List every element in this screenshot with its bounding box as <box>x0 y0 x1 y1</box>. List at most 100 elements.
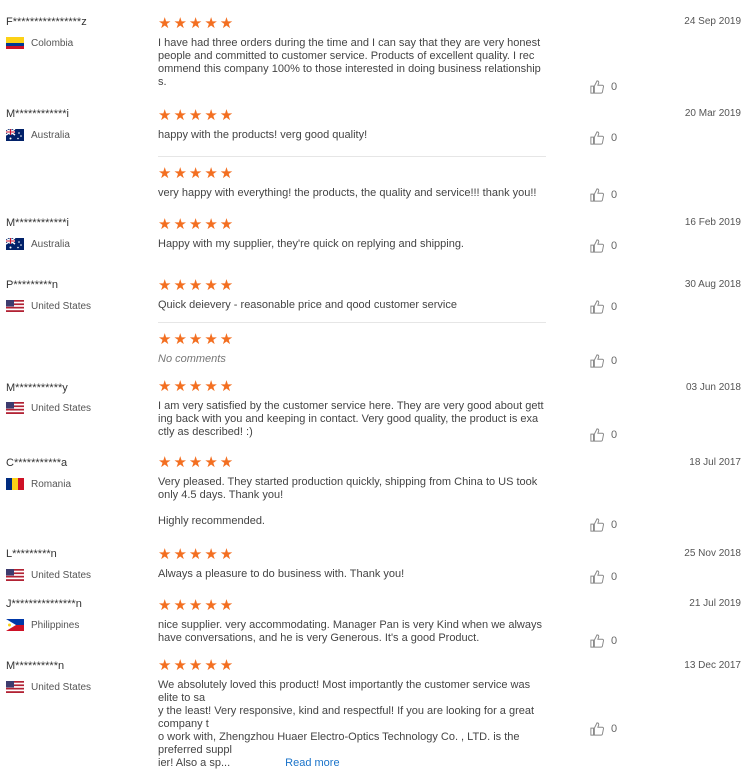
country-label: Australia <box>31 238 70 250</box>
like-button[interactable]: 0 <box>590 300 617 314</box>
star-rating-icon: ★★★★★ <box>158 277 236 294</box>
like-count: 0 <box>611 355 618 367</box>
review-entry: ★★★★★ Very pleased. They started product… <box>158 455 553 528</box>
flag-australia-icon <box>5 128 24 141</box>
review-text: I am very satisfied by the customer serv… <box>158 400 544 438</box>
like-count: 0 <box>611 635 618 647</box>
star-rating-icon: ★★★★★ <box>158 107 236 124</box>
like-button[interactable]: 0 <box>590 239 617 253</box>
like-button[interactable]: 0 <box>590 80 617 94</box>
star-rating-icon: ★★★★★ <box>158 216 236 233</box>
reviewer-country: Philippines <box>6 619 79 631</box>
review-text: Quick deievery - reasonable price and qo… <box>158 299 457 311</box>
like-count: 0 <box>611 301 618 313</box>
reviewer-country: Romania <box>6 478 71 490</box>
review-text: Very pleased. They started production qu… <box>158 476 538 527</box>
reviewer-country: Australia <box>5 128 70 141</box>
review-text: Always a pleasure to do business with. T… <box>158 568 405 580</box>
star-rating-icon: ★★★★★ <box>158 597 236 614</box>
flag-us-icon <box>6 402 24 414</box>
review-date: 20 Mar 2019 <box>684 108 741 119</box>
review-entry: ★★★★★ We absolutely loved this product! … <box>158 658 553 770</box>
like-button[interactable]: 0 <box>590 634 617 648</box>
like-count: 0 <box>611 189 618 201</box>
review-text: No comments <box>158 353 226 365</box>
flag-us-icon <box>6 300 24 312</box>
review-date: 25 Nov 2018 <box>684 548 741 559</box>
reviewer-name: M**********n <box>6 660 65 672</box>
thumbs-up-icon <box>590 131 604 145</box>
country-label: Colombia <box>31 37 74 49</box>
review-entry: ★★★★★ Happy with my supplier, they're qu… <box>158 217 553 251</box>
country-label: United States <box>31 402 92 414</box>
divider <box>158 322 546 323</box>
reviewer-name: L*********n <box>6 548 57 560</box>
star-rating-icon: ★★★★★ <box>158 378 236 395</box>
review-entry: ★★★★★ I am very satisfied by the custome… <box>158 379 553 439</box>
review-date: 24 Sep 2019 <box>684 16 741 27</box>
divider <box>158 156 546 157</box>
thumbs-up-icon <box>590 428 604 442</box>
review-entry: ★★★★★ Quick deievery - reasonable price … <box>158 278 553 312</box>
review-date: 03 Jun 2018 <box>685 382 741 393</box>
star-rating-icon: ★★★★★ <box>158 454 236 471</box>
star-rating-icon: ★★★★★ <box>158 165 236 182</box>
reviewer-country: Australia <box>5 237 70 250</box>
review-text: Happy with my supplier, they're quick on… <box>158 238 464 250</box>
thumbs-up-icon <box>590 300 604 314</box>
reviewer-name: M************i <box>6 217 69 229</box>
review-text: I have had three orders during the time … <box>158 37 541 88</box>
review-text: nice supplier. very accommodating. Manag… <box>158 619 542 644</box>
star-rating-icon: ★★★★★ <box>158 15 236 32</box>
country-label: United States <box>31 681 92 693</box>
like-button[interactable]: 0 <box>590 570 617 584</box>
star-rating-icon: ★★★★★ <box>158 546 236 563</box>
flag-colombia-icon <box>6 37 24 49</box>
reviewer-name: F****************z <box>6 16 87 28</box>
thumbs-up-icon <box>590 722 604 736</box>
flag-us-icon <box>6 569 24 581</box>
flag-australia-icon <box>5 237 24 250</box>
like-button[interactable]: 0 <box>590 131 617 145</box>
thumbs-up-icon <box>590 239 604 253</box>
review-followup-entry: ★★★★★ very happy with everything! the pr… <box>158 166 553 200</box>
reviewer-country: United States <box>6 569 91 581</box>
like-button[interactable]: 0 <box>590 354 617 368</box>
thumbs-up-icon <box>590 518 604 532</box>
like-count: 0 <box>611 81 618 93</box>
review-entry: ★★★★★ Always a pleasure to do business w… <box>158 547 553 581</box>
review-text: We absolutely loved this product! Most i… <box>158 679 535 769</box>
reviewer-country: United States <box>6 300 91 312</box>
like-count: 0 <box>611 429 618 441</box>
like-button[interactable]: 0 <box>590 188 617 202</box>
like-count: 0 <box>611 240 618 252</box>
reviewer-name: C***********a <box>6 457 68 469</box>
reviewer-name: M***********y <box>6 382 68 394</box>
like-button[interactable]: 0 <box>590 428 617 442</box>
star-rating-icon: ★★★★★ <box>158 657 236 674</box>
like-button[interactable]: 0 <box>590 518 617 532</box>
like-count: 0 <box>611 723 618 735</box>
thumbs-up-icon <box>590 634 604 648</box>
reviewer-name: M************i <box>6 108 69 120</box>
country-label: United States <box>31 300 92 312</box>
flag-philippines-icon <box>6 619 24 631</box>
review-date: 30 Aug 2018 <box>684 279 741 290</box>
like-count: 0 <box>611 132 618 144</box>
country-label: United States <box>31 569 92 581</box>
review-followup-entry: ★★★★★ No comments <box>158 332 553 366</box>
like-count: 0 <box>611 571 618 583</box>
review-date: 16 Feb 2019 <box>684 217 741 228</box>
review-date: 21 Jul 2019 <box>689 598 741 609</box>
read-more-link[interactable]: Read more <box>285 757 339 769</box>
like-button[interactable]: 0 <box>590 722 617 736</box>
flag-romania-icon <box>6 478 24 490</box>
country-label: Philippines <box>31 619 80 631</box>
reviewer-name: P*********n <box>6 279 58 291</box>
review-text-container: We absolutely loved this product! Most i… <box>158 679 553 770</box>
review-text: happy with the products! verg good quali… <box>158 129 368 141</box>
review-entry: ★★★★★ I have had three orders during the… <box>158 16 553 89</box>
reviewer-country: United States <box>6 402 91 414</box>
country-label: Australia <box>31 129 70 141</box>
review-entry: ★★★★★ happy with the products! verg good… <box>158 108 553 142</box>
